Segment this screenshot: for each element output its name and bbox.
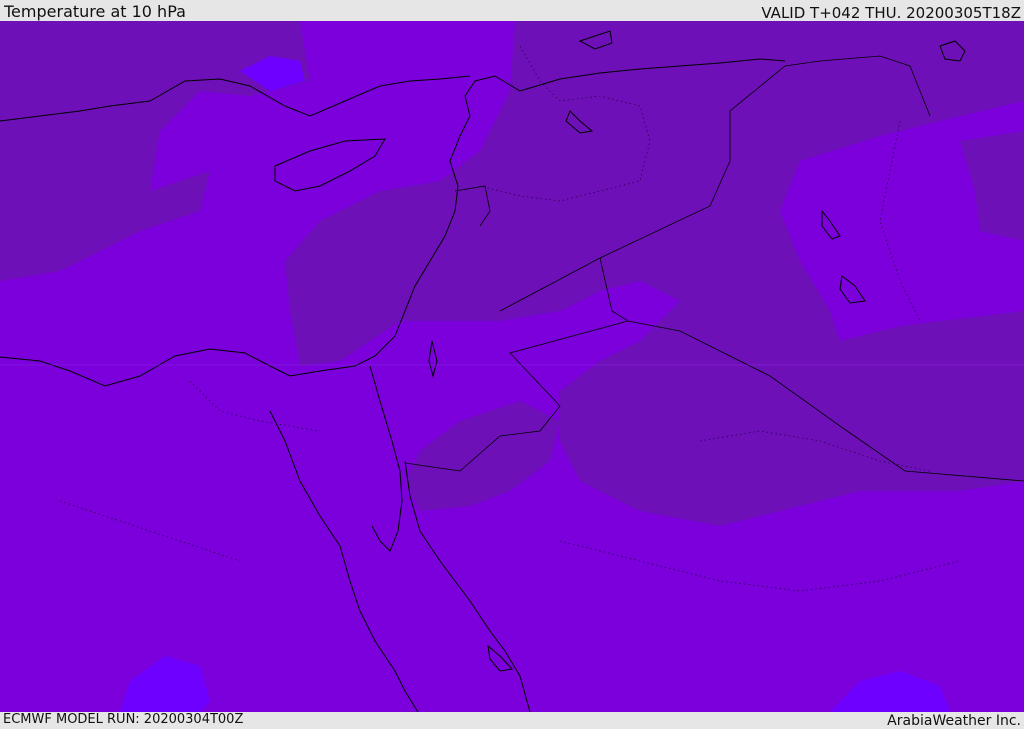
header-bar: Temperature at 10 hPa VALID T+042 THU. 2…: [0, 0, 1024, 21]
valid-time: VALID T+042 THU. 20200305T18Z: [761, 4, 1021, 22]
map-canvas: [0, 21, 1024, 712]
map-title: Temperature at 10 hPa: [4, 2, 186, 21]
model-run-label: ECMWF MODEL RUN: 20200304T00Z: [3, 712, 244, 727]
footer-bar: ECMWF MODEL RUN: 20200304T00Z ArabiaWeat…: [0, 712, 1024, 729]
temperature-map[interactable]: [0, 21, 1024, 712]
credit-label: ArabiaWeather Inc.: [887, 713, 1021, 729]
